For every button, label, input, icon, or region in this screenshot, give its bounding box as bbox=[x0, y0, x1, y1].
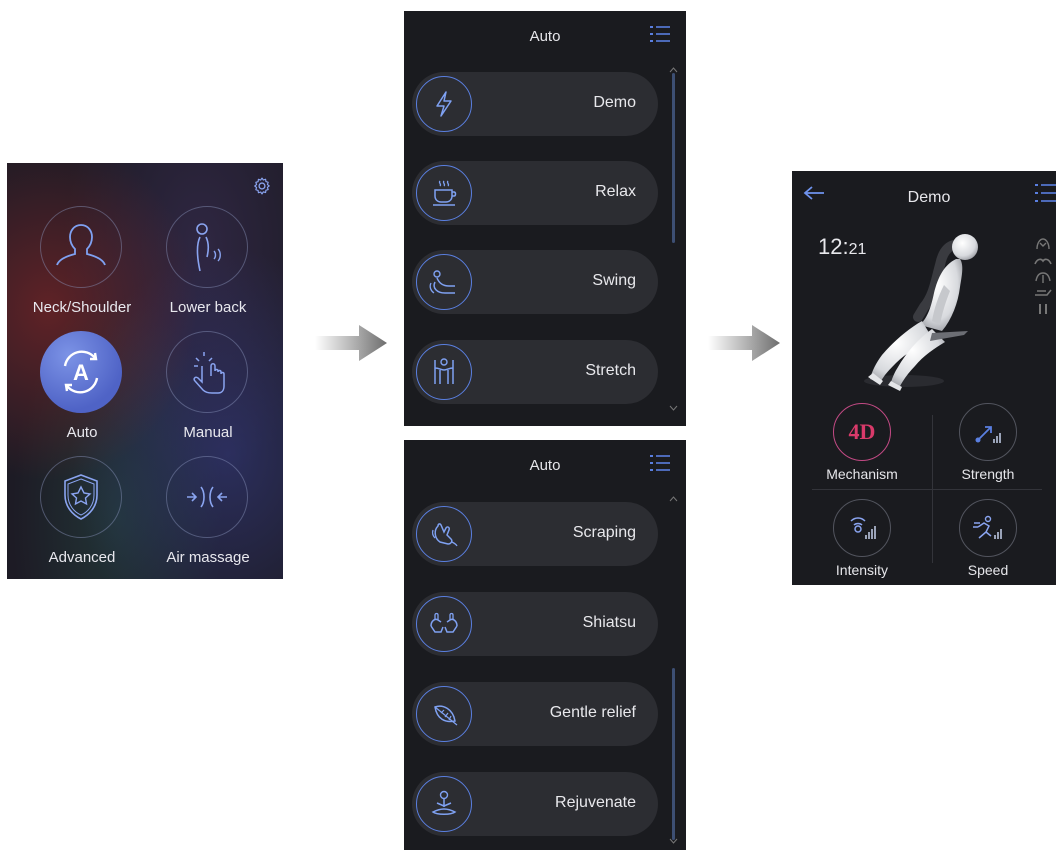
gear-icon[interactable] bbox=[252, 176, 272, 196]
program-label: Relax bbox=[595, 183, 636, 200]
program-label: Rejuvenate bbox=[555, 794, 636, 811]
program-item-gentle-relief[interactable]: Gentle relief bbox=[412, 682, 658, 746]
demo-screen: Demo 12:21 4D Mechanism Strength Intensi… bbox=[792, 171, 1056, 585]
legs-zone-icon bbox=[1039, 304, 1047, 314]
home-tile-label: Auto bbox=[66, 424, 98, 441]
speed-icon bbox=[973, 515, 1002, 539]
control-label: Strength bbox=[961, 466, 1015, 482]
scrollbar-thumb[interactable] bbox=[672, 668, 675, 840]
swing-icon bbox=[429, 270, 455, 294]
home-tile-auto[interactable]: A Auto bbox=[17, 331, 147, 446]
back-zone-icon bbox=[1035, 272, 1051, 283]
screen-title: Auto bbox=[529, 457, 561, 474]
air-massage-icon bbox=[187, 486, 227, 508]
control-intensity[interactable]: Intensity bbox=[792, 499, 918, 585]
control-strength[interactable]: Strength bbox=[912, 403, 1044, 495]
scrollbar-thumb[interactable] bbox=[672, 73, 675, 243]
flow-arrow-icon bbox=[315, 325, 387, 361]
seat-zone-icon bbox=[1035, 289, 1052, 296]
lower-back-icon bbox=[196, 223, 221, 272]
advanced-icon bbox=[64, 474, 98, 520]
massage-chair-figure bbox=[864, 234, 978, 391]
list-menu-icon[interactable] bbox=[649, 453, 671, 473]
screen-title: Demo bbox=[907, 189, 951, 206]
auto-icon: A bbox=[63, 350, 99, 394]
list-menu-icon[interactable] bbox=[1034, 182, 1056, 204]
scroll-up-icon[interactable] bbox=[669, 66, 678, 73]
control-speed[interactable]: Speed bbox=[912, 499, 1044, 585]
home-tile-lower-back[interactable]: Lower back bbox=[143, 206, 273, 321]
program-label: Demo bbox=[593, 94, 636, 111]
scroll-down-icon[interactable] bbox=[669, 405, 678, 412]
home-tile-label: Advanced bbox=[48, 549, 116, 566]
scroll-up-icon[interactable] bbox=[669, 495, 678, 502]
body-zone-indicators bbox=[1034, 237, 1056, 320]
program-item-relax[interactable]: Relax bbox=[412, 161, 658, 225]
stretch-icon bbox=[434, 358, 454, 384]
screen-title: Auto bbox=[529, 28, 561, 45]
coffee-cup-icon bbox=[433, 180, 457, 206]
home-tile-neck-shoulder[interactable]: Neck/Shoulder bbox=[17, 206, 147, 321]
program-item-rejuvenate[interactable]: Rejuvenate bbox=[412, 772, 658, 836]
shiatsu-icon bbox=[430, 612, 458, 633]
shoulder-zone-icon bbox=[1034, 258, 1052, 265]
home-tile-advanced[interactable]: Advanced bbox=[17, 456, 147, 571]
manual-icon bbox=[193, 352, 225, 394]
home-tile-air-massage[interactable]: Air massage bbox=[143, 456, 273, 571]
scraping-icon bbox=[431, 523, 458, 547]
scroll-down-icon[interactable] bbox=[669, 838, 678, 845]
svg-text:A: A bbox=[73, 360, 89, 385]
program-label: Stretch bbox=[585, 362, 636, 379]
home-screen: Neck/Shoulder Lower back A Auto Manual A… bbox=[7, 163, 283, 579]
program-item-stretch[interactable]: Stretch bbox=[412, 340, 658, 404]
auto-list-screen-top: Auto Demo Relax Swing Stretch bbox=[404, 11, 686, 426]
program-item-demo[interactable]: Demo bbox=[412, 72, 658, 136]
program-item-scraping[interactable]: Scraping bbox=[412, 502, 658, 566]
program-label: Swing bbox=[592, 272, 636, 289]
mechanism-4d-badge: 4D bbox=[848, 419, 876, 444]
feather-icon bbox=[434, 705, 458, 726]
neck-shoulder-icon bbox=[56, 224, 106, 266]
home-tile-label: Neck/Shoulder bbox=[32, 299, 132, 316]
intensity-icon bbox=[850, 517, 876, 539]
strength-icon bbox=[975, 426, 1001, 443]
program-label: Scraping bbox=[572, 524, 636, 541]
control-mechanism[interactable]: 4D Mechanism bbox=[792, 403, 918, 495]
program-label: Shiatsu bbox=[582, 614, 636, 631]
lightning-icon bbox=[436, 91, 452, 117]
flow-arrow-icon bbox=[708, 325, 780, 361]
home-tile-label: Air massage bbox=[166, 549, 250, 566]
head-zone-icon bbox=[1036, 238, 1050, 250]
control-label: Speed bbox=[967, 562, 1009, 578]
program-item-swing[interactable]: Swing bbox=[412, 250, 658, 314]
meditation-icon bbox=[431, 790, 457, 815]
home-tile-label: Manual bbox=[183, 424, 233, 441]
list-menu-icon[interactable] bbox=[649, 24, 671, 44]
auto-list-screen-bottom: Auto Scraping Shiatsu Gentle relief Reju… bbox=[404, 440, 686, 850]
program-label: Gentle relief bbox=[549, 704, 636, 721]
home-tile-label: Lower back bbox=[169, 299, 247, 316]
program-item-shiatsu[interactable]: Shiatsu bbox=[412, 592, 658, 656]
home-tile-manual[interactable]: Manual bbox=[143, 331, 273, 446]
